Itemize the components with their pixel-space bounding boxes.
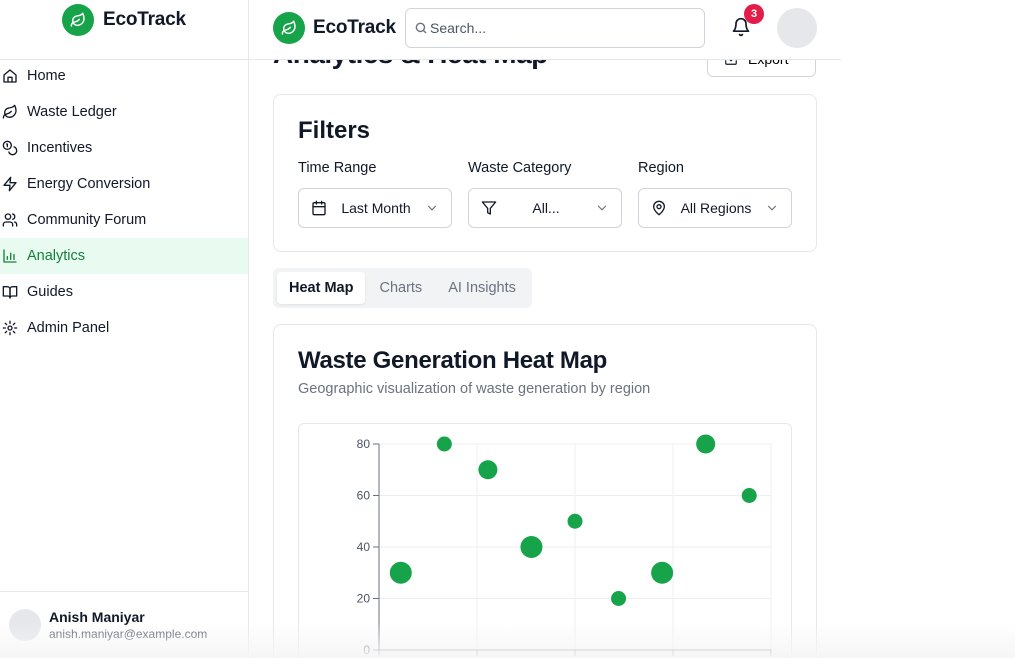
notification-badge: 3 — [744, 4, 764, 24]
sidebar: EcoTrack Home Waste Ledger Incentives En… — [0, 0, 249, 658]
sidebar-brand[interactable]: EcoTrack — [62, 4, 186, 36]
time-range-filter: Time Range Last Month — [298, 160, 452, 228]
search-icon — [415, 22, 427, 34]
sidebar-item-label: Home — [27, 68, 66, 84]
search-input[interactable] — [430, 20, 690, 36]
y-tick-label: 60 — [357, 489, 371, 503]
gear-icon — [2, 320, 18, 336]
sidebar-item-label: Energy Conversion — [27, 176, 151, 192]
waste-category-filter: Waste Category All... — [468, 160, 622, 228]
chevron-down-icon — [767, 205, 777, 211]
scatter-plot: 0 20 40 60 80 — [357, 434, 772, 657]
user-email: anish.maniyar@example.com — [49, 627, 208, 641]
sidebar-item-label: Guides — [27, 284, 73, 300]
data-point — [520, 536, 543, 558]
waste-category-label: Waste Category — [468, 160, 572, 176]
region-label: Region — [638, 160, 684, 176]
sidebar-item-incentives[interactable]: Incentives — [0, 130, 248, 166]
tab-heat-map[interactable]: Heat Map — [277, 272, 366, 304]
data-point — [651, 561, 674, 584]
region-value: All Regions — [680, 200, 752, 216]
data-point — [478, 460, 498, 480]
heatmap-title: Waste Generation Heat Map — [298, 347, 608, 374]
time-range-value: Last Month — [341, 200, 411, 216]
waste-category-select[interactable]: All... — [468, 188, 622, 228]
data-point — [389, 561, 412, 584]
avatar — [9, 609, 41, 641]
zap-icon — [3, 176, 17, 192]
brand-name: EcoTrack — [313, 17, 396, 38]
chevron-down-icon — [427, 205, 437, 211]
leaf-logo-icon — [273, 12, 305, 44]
waste-category-value: All... — [532, 200, 560, 216]
y-tick-label: 0 — [363, 643, 370, 657]
sidebar-nav: Home Waste Ledger Incentives Energy Conv… — [0, 58, 248, 346]
region-select[interactable]: All Regions — [638, 188, 792, 228]
filters-title: Filters — [298, 117, 371, 144]
y-tick-label: 20 — [357, 592, 371, 606]
y-tick-label: 80 — [357, 437, 371, 451]
brand-name: EcoTrack — [103, 9, 186, 30]
sidebar-item-energy-conversion[interactable]: Energy Conversion — [0, 166, 248, 202]
sidebar-item-guides[interactable]: Guides — [0, 274, 248, 310]
heatmap-chart[interactable]: 0 20 40 60 80 — [298, 423, 792, 658]
home-icon — [3, 69, 17, 83]
tab-charts[interactable]: Charts — [367, 272, 434, 304]
sidebar-item-community-forum[interactable]: Community Forum — [0, 202, 248, 238]
data-point — [567, 513, 583, 529]
header-brand[interactable]: EcoTrack — [273, 12, 396, 44]
calendar-icon — [312, 200, 326, 216]
book-icon — [2, 286, 18, 299]
header-avatar[interactable] — [777, 8, 817, 48]
sidebar-item-home[interactable]: Home — [0, 58, 248, 94]
y-tick-label: 40 — [357, 540, 371, 554]
map-pin-icon — [653, 200, 665, 216]
sidebar-item-label: Admin Panel — [27, 320, 110, 336]
tab-ai-insights[interactable]: AI Insights — [436, 272, 528, 304]
sidebar-item-label: Incentives — [27, 140, 93, 156]
view-tabs: Heat Map Charts AI Insights — [273, 268, 532, 308]
user-name: Anish Maniyar — [49, 609, 145, 625]
heatmap-card: Waste Generation Heat Map Geographic vis… — [273, 324, 817, 658]
filters-card: Filters Time Range Last Month Waste Cate… — [273, 94, 817, 252]
user-profile[interactable]: Anish Maniyar anish.maniyar@example.com — [0, 591, 248, 658]
bar-chart-icon — [3, 249, 17, 263]
sidebar-item-analytics[interactable]: Analytics — [0, 238, 248, 274]
sidebar-item-waste-ledger[interactable]: Waste Ledger — [0, 94, 248, 130]
users-icon — [2, 213, 18, 227]
time-range-label: Time Range — [298, 160, 377, 176]
filter-icon — [481, 201, 497, 215]
time-range-select[interactable]: Last Month — [298, 188, 452, 228]
sidebar-item-label: Community Forum — [27, 212, 147, 228]
data-point — [741, 488, 757, 503]
sidebar-item-label: Waste Ledger — [27, 104, 117, 120]
coins-icon — [2, 140, 18, 156]
search-box[interactable] — [405, 8, 705, 48]
heatmap-subtitle: Geographic visualization of waste genera… — [298, 381, 651, 397]
leaf-logo-icon — [62, 4, 94, 36]
data-point — [436, 436, 452, 452]
chevron-down-icon — [597, 205, 607, 211]
data-point — [696, 434, 716, 454]
sidebar-item-admin-panel[interactable]: Admin Panel — [0, 310, 248, 346]
top-header: EcoTrack 3 — [249, 0, 841, 60]
data-point — [611, 591, 627, 606]
leaf-icon — [2, 104, 17, 119]
region-filter: Region All Regions — [638, 160, 792, 228]
sidebar-item-label: Analytics — [27, 248, 86, 264]
user-info: Anish Maniyar anish.maniyar@example.com — [49, 608, 207, 642]
